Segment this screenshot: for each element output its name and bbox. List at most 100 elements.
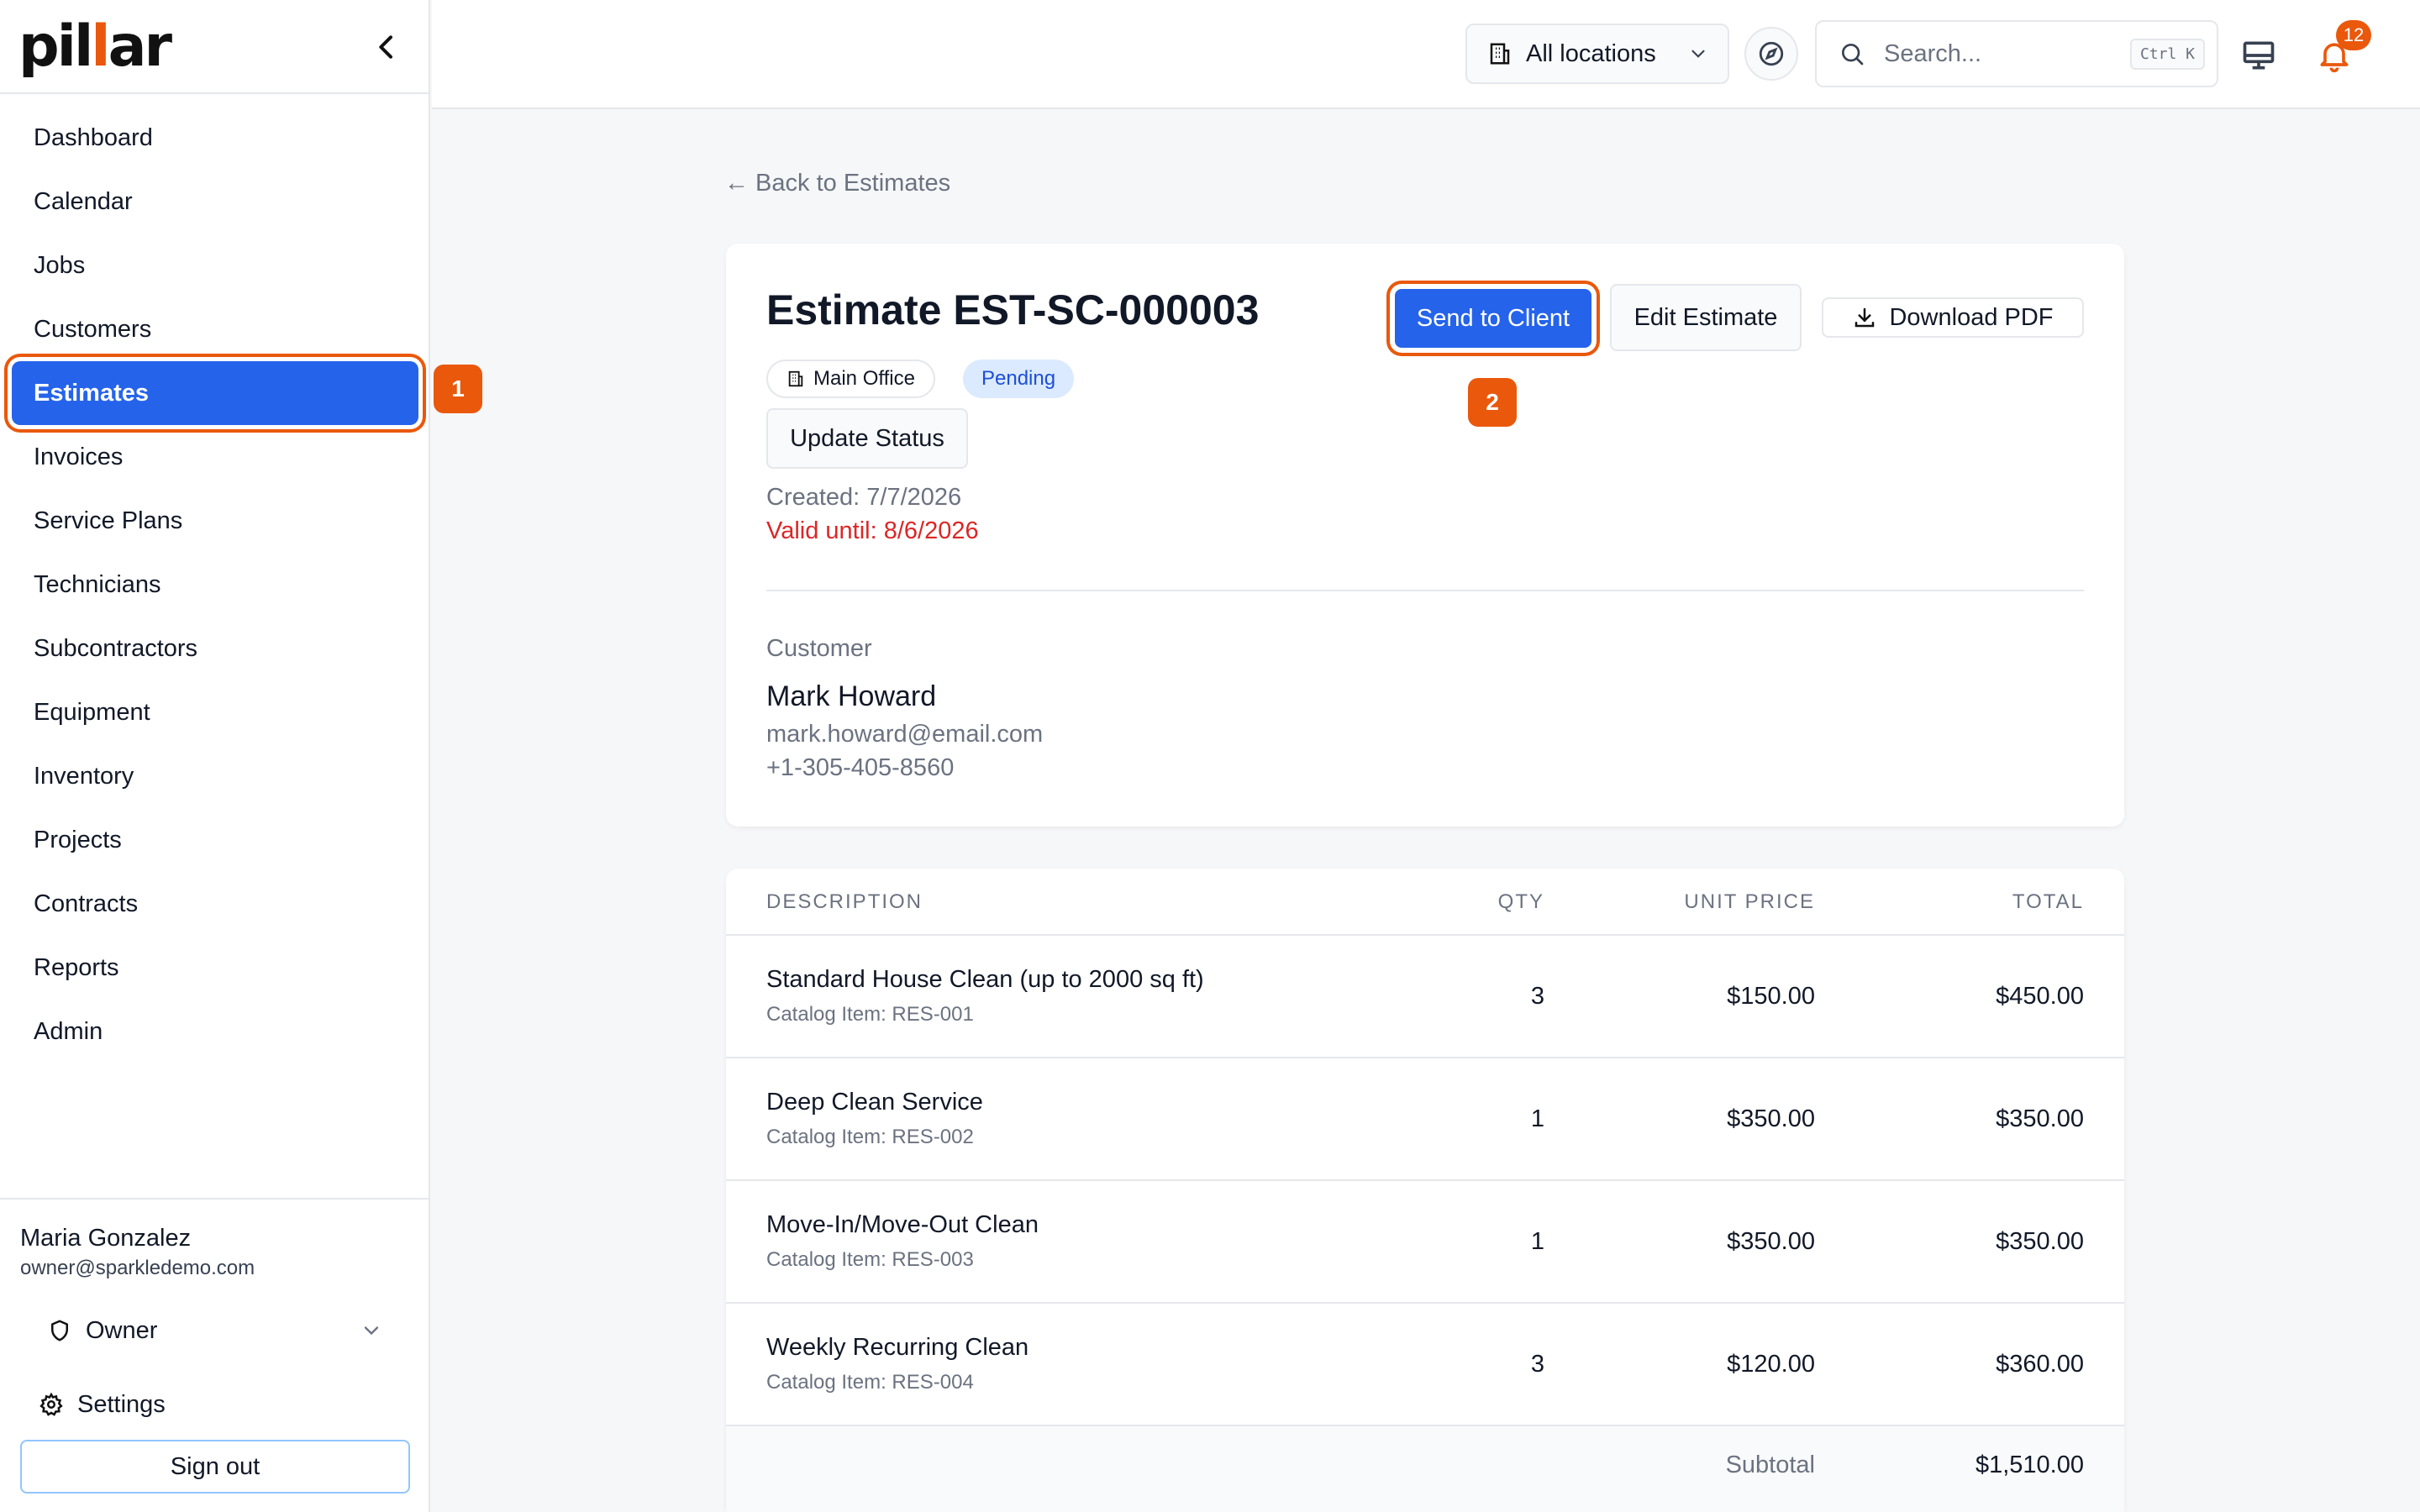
location-label: All locations xyxy=(1526,39,1656,67)
chevron-down-icon xyxy=(364,1326,379,1336)
edit-estimate-button[interactable]: Edit Estimate xyxy=(1610,284,1802,351)
sidebar-item-label: Projects xyxy=(34,826,122,853)
sidebar-item-label: Calendar xyxy=(34,187,133,215)
sidebar-item-label: Customers xyxy=(34,315,152,343)
subtotal-value: $1,510.00 xyxy=(1975,1452,2084,1478)
sidebar-item-customers[interactable]: Customers xyxy=(0,297,430,361)
sign-out-button[interactable]: Sign out xyxy=(20,1440,410,1494)
sidebar-item-label: Equipment xyxy=(34,698,150,726)
sidebar-item-label: Subcontractors xyxy=(34,634,198,662)
download-icon xyxy=(1855,307,1875,328)
logo-row: pillar xyxy=(0,0,429,94)
table-row: Deep Clean Service Catalog Item: RES-002… xyxy=(726,1058,2124,1181)
status-badge: Pending xyxy=(963,360,1075,398)
item-catalog: Catalog Item: RES-002 xyxy=(766,1126,974,1148)
settings-link[interactable]: Settings xyxy=(39,1381,166,1428)
chevron-left-icon[interactable] xyxy=(370,30,403,64)
sidebar-item-reports[interactable]: Reports xyxy=(0,936,430,1000)
valid-until-date: Valid until: 8/6/2026 xyxy=(766,517,979,544)
sidebar-item-label: Admin xyxy=(34,1017,103,1045)
item-total: $350.00 xyxy=(1996,1228,2084,1255)
item-description: Weekly Recurring Clean xyxy=(766,1334,1029,1361)
item-description: Deep Clean Service xyxy=(766,1089,983,1116)
user-panel: Maria Gonzalez owner@sparkledemo.com Own… xyxy=(0,1198,430,1512)
sidebar-item-label: Reports xyxy=(34,953,119,981)
sidebar-item-label: Technicians xyxy=(34,570,161,598)
building-icon xyxy=(1490,43,1510,65)
table-row: Weekly Recurring Clean Catalog Item: RES… xyxy=(726,1304,2124,1426)
back-to-estimates-link[interactable]: ← Back to Estimates xyxy=(724,170,950,197)
sidebar-item-calendar[interactable]: Calendar xyxy=(0,170,430,234)
role-label: Owner xyxy=(86,1316,158,1344)
role-selector[interactable]: Owner xyxy=(47,1307,383,1354)
item-unit-price: $350.00 xyxy=(1727,1105,1815,1132)
search-icon xyxy=(1842,44,1864,66)
sidebar-item-dashboard[interactable]: Dashboard xyxy=(0,106,430,170)
send-to-client-button[interactable]: Send to Client xyxy=(1395,289,1591,348)
sidebar-item-label: Invoices xyxy=(34,443,124,470)
search-box[interactable]: Ctrl K xyxy=(1815,20,2218,87)
column-header-description: DESCRIPTION xyxy=(766,890,923,913)
item-catalog: Catalog Item: RES-004 xyxy=(766,1371,974,1394)
monitor-icon[interactable] xyxy=(2240,37,2277,74)
sidebar-item-contracts[interactable]: Contracts xyxy=(0,872,430,936)
sidebar-item-projects[interactable]: Projects xyxy=(0,808,430,872)
notification-badge: 12 xyxy=(2336,20,2371,50)
app-logo[interactable]: pillar xyxy=(18,13,172,80)
top-bar: All locations Ctrl K 12 xyxy=(432,0,2420,109)
item-total: $350.00 xyxy=(1996,1105,2084,1132)
item-catalog: Catalog Item: RES-003 xyxy=(766,1248,974,1271)
update-status-button[interactable]: Update Status xyxy=(766,408,968,469)
customer-phone: +1-305-405-8560 xyxy=(766,754,955,781)
sidebar-item-invoices[interactable]: Invoices xyxy=(0,425,430,489)
item-unit-price: $350.00 xyxy=(1727,1228,1815,1255)
item-description: Move-In/Move-Out Clean xyxy=(766,1211,1039,1238)
search-input[interactable] xyxy=(1884,39,2119,68)
step-callout-1: 1 xyxy=(434,365,482,413)
estimate-card: Estimate EST-SC-000003 Main Office Pendi… xyxy=(726,244,2124,827)
sidebar-item-jobs[interactable]: Jobs xyxy=(0,234,430,297)
sidebar-item-inventory[interactable]: Inventory xyxy=(0,744,430,808)
item-description: Standard House Clean (up to 2000 sq ft) xyxy=(766,966,1204,993)
chevron-down-icon xyxy=(1691,50,1705,58)
item-total: $450.00 xyxy=(1996,983,2084,1010)
search-shortcut: Ctrl K xyxy=(2129,38,2205,70)
sidebar-item-technicians[interactable]: Technicians xyxy=(0,553,430,617)
sidebar-item-label: Contracts xyxy=(34,890,139,917)
sidebar-item-label: Dashboard xyxy=(34,123,153,151)
sidebar: pillar Dashboard Calendar Jobs Customers… xyxy=(0,0,430,1512)
compass-icon xyxy=(1759,41,1784,66)
step-callout-2: 2 xyxy=(1468,378,1517,427)
page-title: Estimate EST-SC-000003 xyxy=(766,286,1260,333)
compass-button[interactable] xyxy=(1744,27,1798,81)
column-header-unit-price: UNIT PRICE xyxy=(1684,890,1815,913)
user-email: owner@sparkledemo.com xyxy=(20,1257,255,1279)
building-icon xyxy=(788,370,803,387)
sidebar-item-subcontractors[interactable]: Subcontractors xyxy=(0,617,430,680)
user-name: Maria Gonzalez xyxy=(20,1225,192,1252)
item-unit-price: $150.00 xyxy=(1727,983,1815,1010)
settings-label: Settings xyxy=(77,1390,166,1418)
sidebar-item-estimates[interactable]: Estimates xyxy=(12,361,418,425)
sidebar-item-label: Inventory xyxy=(34,762,134,790)
item-unit-price: $120.00 xyxy=(1727,1351,1815,1378)
item-total: $360.00 xyxy=(1996,1351,2084,1378)
item-catalog: Catalog Item: RES-001 xyxy=(766,1003,974,1026)
column-header-qty: QTY xyxy=(1497,890,1544,913)
created-date: Created: 7/7/2026 xyxy=(766,484,962,511)
customer-name: Mark Howard xyxy=(766,680,937,712)
item-qty: 1 xyxy=(1530,1105,1544,1132)
sidebar-item-equipment[interactable]: Equipment xyxy=(0,680,430,744)
table-row: Move-In/Move-Out Clean Catalog Item: RES… xyxy=(726,1181,2124,1304)
item-qty: 1 xyxy=(1530,1228,1544,1255)
table-row: Standard House Clean (up to 2000 sq ft) … xyxy=(726,936,2124,1058)
location-selector[interactable]: All locations xyxy=(1465,24,1729,84)
sidebar-item-label: Service Plans xyxy=(34,507,183,534)
download-pdf-button[interactable]: Download PDF xyxy=(1822,297,2084,338)
sidebar-item-service-plans[interactable]: Service Plans xyxy=(0,489,430,553)
sidebar-item-admin[interactable]: Admin xyxy=(0,1000,430,1063)
shield-icon xyxy=(51,1320,68,1341)
sidebar-nav: Dashboard Calendar Jobs Customers Estima… xyxy=(0,106,430,1063)
customer-heading: Customer xyxy=(766,635,872,662)
subtotal-label: Subtotal xyxy=(1725,1452,1815,1478)
